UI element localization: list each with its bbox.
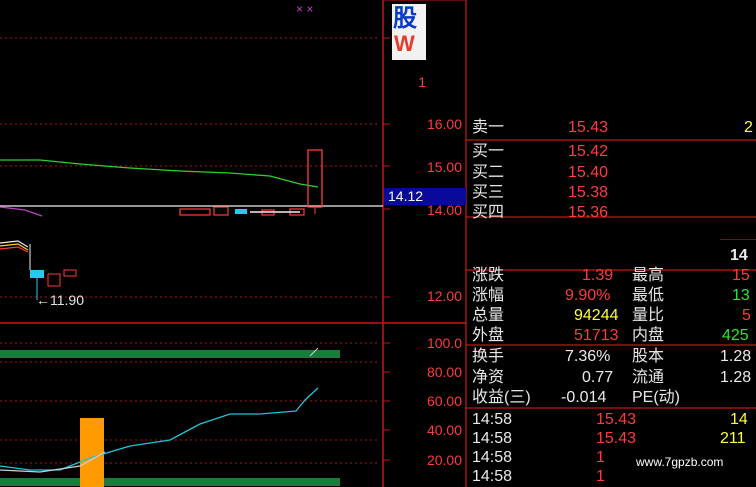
stat-value: 1.28 (720, 348, 752, 365)
price-stub: 14 (730, 247, 748, 264)
buy2-label: 买二 (472, 164, 505, 181)
candle-latest (307, 149, 323, 208)
indicator-band-top (0, 350, 340, 358)
indicator-axis-label: 20.00 (426, 452, 462, 468)
stat-label: 股本 (632, 348, 665, 365)
buy3-label: 买三 (472, 184, 505, 201)
stat-label: 净资 (472, 369, 505, 386)
stat-value: 0.77 (582, 369, 614, 386)
stat-value: -0.014 (561, 389, 607, 406)
price-axis-label: 15.00 (426, 159, 462, 175)
sell1-label: 卖一 (472, 119, 505, 136)
stat-label: 外盘 (472, 327, 505, 344)
indicator-cyan-line (0, 387, 319, 471)
stat-label: 内盘 (632, 327, 665, 344)
stat-value: 7.36% (565, 348, 611, 365)
tick-time: 14:58 (472, 449, 513, 466)
stat-value: 9.90% (565, 287, 611, 304)
buy1-price: 15.42 (568, 143, 609, 160)
tick-time: 14:58 (472, 468, 513, 485)
stat-label: 涨幅 (472, 287, 505, 304)
candle-low (30, 270, 44, 278)
stat-label: 换手 (472, 348, 505, 365)
stat-value: 15 (732, 267, 750, 284)
tick-price: 1 (596, 468, 605, 485)
indicator-axis-label: 100.0 (426, 335, 462, 351)
tick-price: 1 (596, 449, 605, 466)
stat-label: PE(动) (632, 389, 681, 406)
stat-value: 1.39 (582, 267, 614, 284)
stat-value: 13 (732, 287, 750, 304)
tick-time: 14:58 (472, 411, 513, 428)
stat-label: 收益(三) (472, 389, 531, 406)
stat-label: 最高 (632, 267, 665, 284)
stat-label: 量比 (632, 307, 665, 324)
tick-volume: 211 (720, 430, 746, 447)
stat-label: 总量 (472, 307, 505, 324)
stat-label: 涨跌 (472, 267, 505, 284)
app-logo: 股 W (392, 4, 426, 60)
low-price-marker: ←11.90 (36, 292, 84, 308)
buy2-price: 15.40 (568, 164, 609, 181)
stat-label: 最低 (632, 287, 665, 304)
watermark: www.7gpzb.com (636, 455, 724, 469)
tick-volume: 14 (730, 411, 748, 428)
price-axis-label: 16.00 (426, 116, 462, 132)
stat-value: 51713 (574, 327, 619, 344)
logo-glyph: 股 (393, 5, 417, 32)
tick-time: 14:58 (472, 430, 513, 447)
volume-bar-orange (80, 418, 104, 487)
buy4-price: 15.36 (568, 204, 609, 221)
sell1-price: 15.43 (568, 119, 609, 136)
logo-glyph-w: W (394, 31, 415, 56)
price-axis-label: 1 (418, 74, 426, 90)
chart-canvas (0, 0, 756, 487)
buy4-label: 买四 (472, 204, 505, 221)
stat-value: 5 (742, 307, 751, 324)
stat-label: 流通 (632, 369, 665, 386)
indicator-axis-label: 40.00 (426, 422, 462, 438)
current-price-box: 14.12 (384, 188, 466, 205)
buy1-label: 买一 (472, 143, 505, 160)
tick-price: 15.43 (596, 430, 637, 447)
indicator-band-bottom (0, 478, 340, 486)
price-axis-label: 12.00 (426, 288, 462, 304)
indicator-axis-label: 60.00 (426, 393, 462, 409)
stat-value: 425 (722, 327, 749, 344)
top-marks: × × (296, 2, 314, 16)
sell1-volume: 2 (744, 119, 753, 136)
stat-value: 1.28 (720, 369, 752, 386)
ma-green-line (0, 159, 319, 188)
stat-value: 94244 (574, 307, 619, 324)
buy3-price: 15.38 (568, 184, 609, 201)
indicator-axis-label: 80.00 (426, 364, 462, 380)
tick-price: 15.43 (596, 411, 637, 428)
